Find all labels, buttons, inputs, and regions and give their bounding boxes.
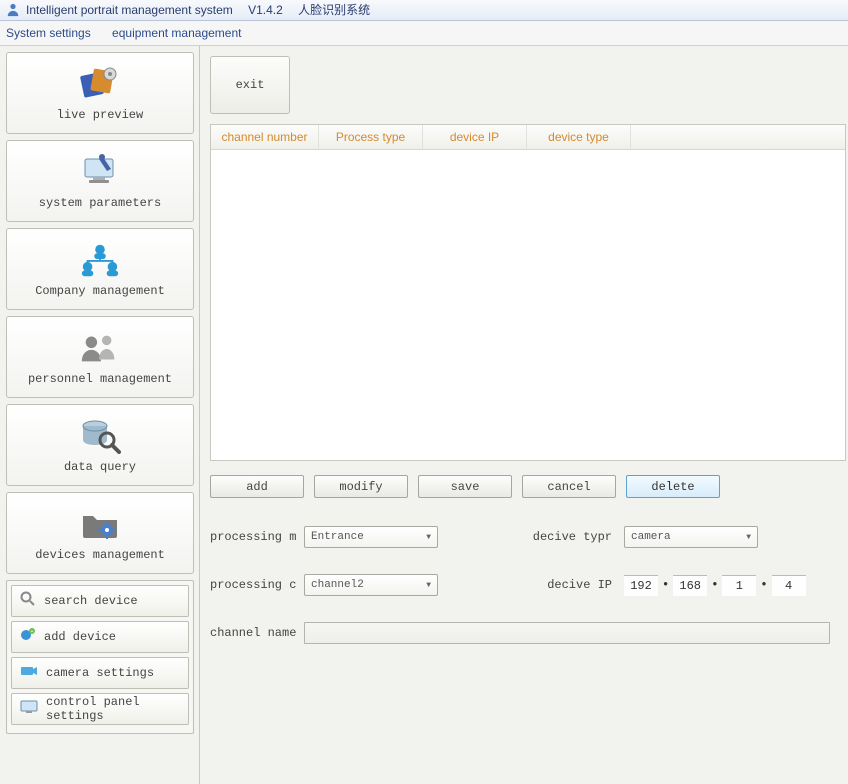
combo-value: Entrance <box>311 531 364 543</box>
ip-dot: • <box>662 578 669 592</box>
database-search-icon <box>78 416 122 456</box>
sub-add-device[interactable]: + add device <box>11 621 189 653</box>
magnifier-icon <box>20 591 36 611</box>
camera-icon <box>20 663 38 683</box>
btn-label: save <box>451 480 480 494</box>
label-channel-name: channel name <box>210 626 304 640</box>
combo-processing-c[interactable]: channel2 ▼ <box>304 574 438 596</box>
folder-gear-icon <box>78 504 122 544</box>
film-icon <box>78 64 122 104</box>
nav-data-query[interactable]: data query <box>6 404 194 486</box>
app-icon <box>6 3 20 17</box>
sub-label: control panel settings <box>46 695 166 723</box>
combo-device-type[interactable]: camera ▼ <box>624 526 758 548</box>
modify-button[interactable]: modify <box>314 475 408 498</box>
menu-system-settings[interactable]: System settings <box>6 21 91 45</box>
panel-icon <box>20 699 38 719</box>
sub-label: camera settings <box>46 666 154 680</box>
menu-equipment-management[interactable]: equipment management <box>112 21 241 45</box>
sub-label: search device <box>44 594 138 608</box>
chevron-down-icon: ▼ <box>746 533 751 542</box>
ip-dot: • <box>711 578 718 592</box>
nav-label: personnel management <box>28 372 172 386</box>
col-device-ip[interactable]: device IP <box>423 125 527 149</box>
btn-label: add <box>246 480 268 494</box>
sub-label: add device <box>44 630 116 644</box>
add-device-icon: + <box>20 627 36 647</box>
nav-devices-management[interactable]: devices management <box>6 492 194 574</box>
combo-value: channel2 <box>311 579 364 591</box>
nav-system-parameters[interactable]: system parameters <box>6 140 194 222</box>
title-version: V1.4.2 <box>248 0 283 20</box>
label-device-type: decive typr <box>522 530 612 544</box>
btn-label: delete <box>651 480 694 494</box>
people-icon <box>78 328 122 368</box>
device-form: processing m Entrance ▼ decive typr came… <box>210 526 830 644</box>
sidebar: live preview system parameters <box>0 46 200 784</box>
ip-seg-1[interactable] <box>624 575 658 596</box>
nav-label: system parameters <box>39 196 161 210</box>
sub-camera-settings[interactable]: camera settings <box>11 657 189 689</box>
ip-input[interactable]: • • • <box>624 575 806 596</box>
chevron-down-icon: ▼ <box>426 581 431 590</box>
cancel-button[interactable]: cancel <box>522 475 616 498</box>
combo-processing-m[interactable]: Entrance ▼ <box>304 526 438 548</box>
chevron-down-icon: ▼ <box>426 533 431 542</box>
nav-label: data query <box>64 460 136 474</box>
ip-dot: • <box>760 578 767 592</box>
label-processing-c: processing c <box>210 578 304 592</box>
svg-text:+: + <box>30 629 33 635</box>
menu-bar: System settings equipment management <box>0 21 848 46</box>
nav-label: Company management <box>35 284 165 298</box>
col-device-type[interactable]: device type <box>527 125 631 149</box>
main-panel: exit channel number Process type device … <box>200 46 848 784</box>
sub-control-panel-settings[interactable]: control panel settings <box>11 693 189 725</box>
org-chart-icon <box>78 240 122 280</box>
sub-search-device[interactable]: search device <box>11 585 189 617</box>
title-cn-subtitle: 人脸识别系统 <box>298 0 370 20</box>
col-channel-number[interactable]: channel number <box>211 125 319 149</box>
titlebar: Intelligent portrait management system V… <box>0 0 848 21</box>
monitor-wrench-icon <box>78 152 122 192</box>
save-button[interactable]: save <box>418 475 512 498</box>
col-process-type[interactable]: Process type <box>319 125 423 149</box>
device-sub-panel: search device + add device camera settin… <box>6 580 194 734</box>
ip-seg-4[interactable] <box>772 575 806 596</box>
action-row: add modify save cancel delete <box>210 475 844 498</box>
col-spacer <box>631 125 845 149</box>
title-app-name: Intelligent portrait management system <box>26 0 233 20</box>
exit-label: exit <box>236 78 265 92</box>
nav-live-preview[interactable]: live preview <box>6 52 194 134</box>
nav-company-management[interactable]: Company management <box>6 228 194 310</box>
btn-label: modify <box>339 480 382 494</box>
ip-seg-3[interactable] <box>722 575 756 596</box>
ip-seg-2[interactable] <box>673 575 707 596</box>
input-channel-name[interactable] <box>304 622 830 644</box>
table-header: channel number Process type device IP de… <box>211 125 845 150</box>
delete-button[interactable]: delete <box>626 475 720 498</box>
table-body[interactable] <box>211 150 845 460</box>
device-table: channel number Process type device IP de… <box>210 124 846 461</box>
label-device-ip: decive IP <box>522 578 612 592</box>
exit-button[interactable]: exit <box>210 56 290 114</box>
combo-value: camera <box>631 531 671 543</box>
label-processing-m: processing m <box>210 530 304 544</box>
btn-label: cancel <box>547 480 590 494</box>
nav-label: devices management <box>35 548 165 562</box>
nav-label: live preview <box>57 108 143 122</box>
nav-personnel-management[interactable]: personnel management <box>6 316 194 398</box>
add-button[interactable]: add <box>210 475 304 498</box>
